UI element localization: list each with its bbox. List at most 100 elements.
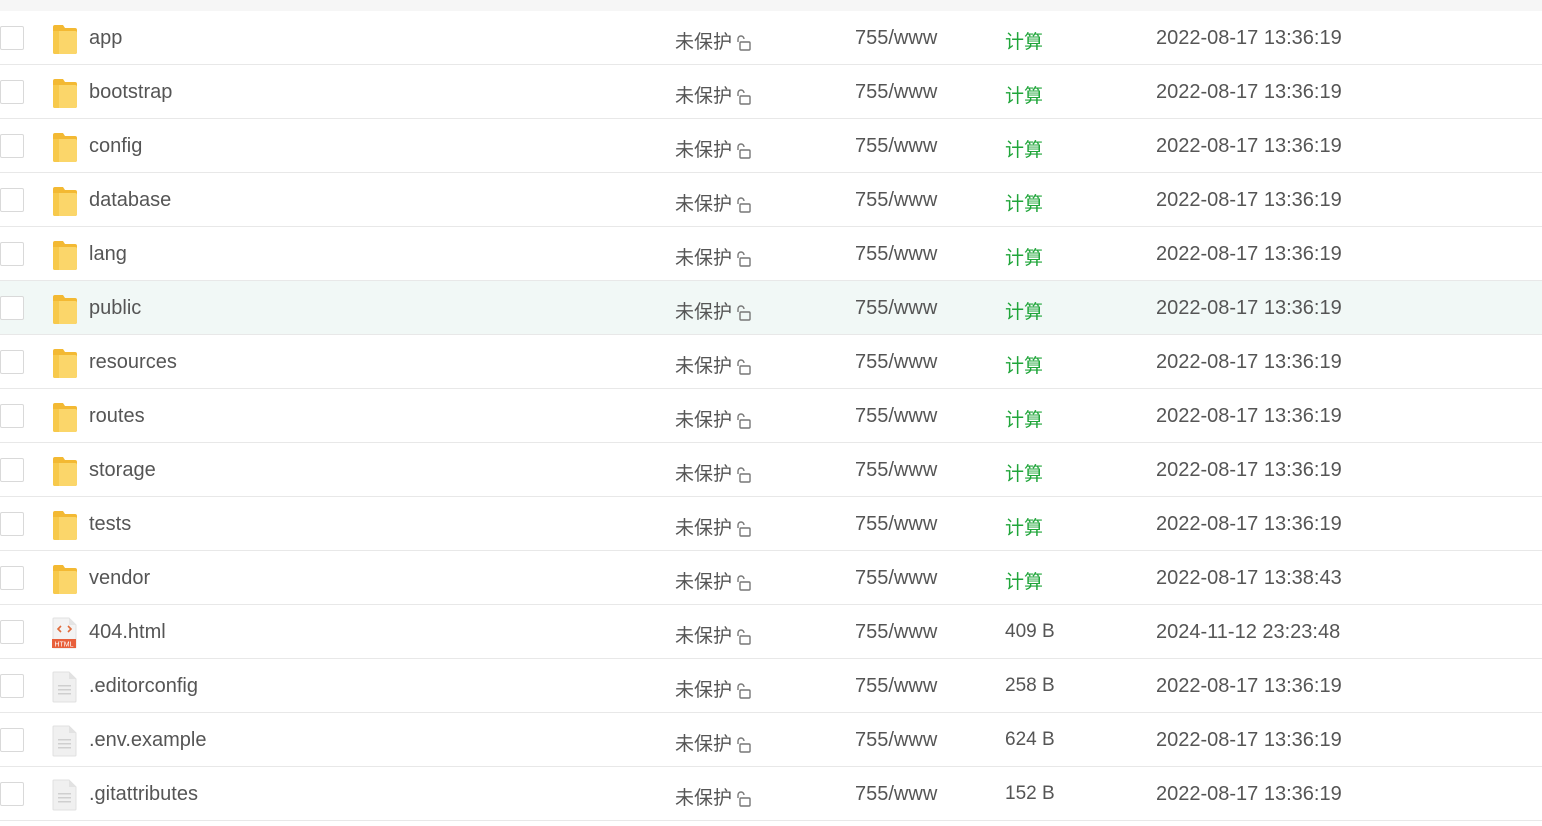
unlock-icon[interactable] [732, 786, 752, 808]
protection-label[interactable]: 未保护 [675, 675, 732, 702]
protection-status[interactable]: 未保护 [675, 81, 752, 108]
unlock-icon[interactable] [732, 84, 752, 106]
file-row[interactable]: HTML 404.html 未保护 755/www 409 B 2024-11-12 23… [0, 605, 1542, 659]
protection-status[interactable]: 未保护 [675, 621, 752, 648]
folder-icon[interactable] [51, 509, 79, 541]
protection-label[interactable]: 未保护 [675, 243, 732, 270]
file-row[interactable]: vendor 未保护 755/www 计算 2022-08-17 13:38:43 [0, 551, 1542, 605]
file-row[interactable]: config 未保护 755/www 计算 2022-08-17 13:36:19 [0, 119, 1542, 173]
file-row[interactable]: tests 未保护 755/www 计算 2022-08-17 13:36:19 [0, 497, 1542, 551]
unlock-icon[interactable] [732, 138, 752, 160]
file-row[interactable]: routes 未保护 755/www 计算 2022-08-17 13:36:19 [0, 389, 1542, 443]
protection-label[interactable]: 未保护 [675, 513, 732, 540]
protection-status[interactable]: 未保护 [675, 783, 752, 810]
unlock-icon[interactable] [732, 732, 752, 754]
file-size[interactable]: 计算 [1005, 81, 1043, 108]
file-row[interactable]: storage 未保护 755/www 计算 2022-08-17 13:36:19 [0, 443, 1542, 497]
folder-icon[interactable] [51, 23, 79, 55]
html-file-icon[interactable]: HTML [51, 617, 79, 649]
file-name[interactable]: bootstrap [89, 81, 172, 104]
permission[interactable]: 755/www [855, 405, 937, 428]
protection-label[interactable]: 未保护 [675, 567, 732, 594]
row-checkbox[interactable] [0, 728, 24, 752]
unlock-icon[interactable] [732, 192, 752, 214]
protection-status[interactable]: 未保护 [675, 729, 752, 756]
folder-icon[interactable] [51, 131, 79, 163]
protection-status[interactable]: 未保护 [675, 405, 752, 432]
unlock-icon[interactable] [732, 570, 752, 592]
protection-label[interactable]: 未保护 [675, 189, 732, 216]
protection-label[interactable]: 未保护 [675, 621, 732, 648]
file-name[interactable]: 404.html [89, 621, 166, 644]
row-checkbox[interactable] [0, 566, 24, 590]
file-size[interactable]: 计算 [1005, 567, 1043, 594]
file-size[interactable]: 计算 [1005, 405, 1043, 432]
permission[interactable]: 755/www [855, 783, 937, 806]
row-checkbox[interactable] [0, 350, 24, 374]
file-name[interactable]: .gitattributes [89, 783, 198, 806]
row-checkbox[interactable] [0, 188, 24, 212]
unlock-icon[interactable] [732, 624, 752, 646]
permission[interactable]: 755/www [855, 513, 937, 536]
row-checkbox[interactable] [0, 404, 24, 428]
file-name[interactable]: storage [89, 459, 156, 482]
row-checkbox[interactable] [0, 80, 24, 104]
text-file-icon[interactable] [51, 725, 79, 757]
protection-status[interactable]: 未保护 [675, 351, 752, 378]
file-name[interactable]: public [89, 297, 141, 320]
unlock-icon[interactable] [732, 408, 752, 430]
permission[interactable]: 755/www [855, 675, 937, 698]
protection-label[interactable]: 未保护 [675, 351, 732, 378]
permission[interactable]: 755/www [855, 189, 937, 212]
permission[interactable]: 755/www [855, 729, 937, 752]
permission[interactable]: 755/www [855, 351, 937, 374]
file-size[interactable]: 计算 [1005, 189, 1043, 216]
file-row[interactable]: lang 未保护 755/www 计算 2022-08-17 13:36:19 [0, 227, 1542, 281]
folder-icon[interactable] [51, 401, 79, 433]
text-file-icon[interactable] [51, 779, 79, 811]
file-row[interactable]: resources 未保护 755/www 计算 2022-08-17 13:36:19 [0, 335, 1542, 389]
file-row[interactable]: .env.example 未保护 755/www 624 B 2022-08-17 13… [0, 713, 1542, 767]
folder-icon[interactable] [51, 347, 79, 379]
folder-icon[interactable] [51, 293, 79, 325]
row-checkbox[interactable] [0, 512, 24, 536]
protection-status[interactable]: 未保护 [675, 189, 752, 216]
file-row[interactable]: .editorconfig 未保护 755/www 258 B 2022-08-17 1… [0, 659, 1542, 713]
file-row[interactable]: database 未保护 755/www 计算 2022-08-17 13:36:19 [0, 173, 1542, 227]
unlock-icon[interactable] [732, 300, 752, 322]
folder-icon[interactable] [51, 77, 79, 109]
unlock-icon[interactable] [732, 678, 752, 700]
file-size[interactable]: 计算 [1005, 459, 1043, 486]
protection-label[interactable]: 未保护 [675, 27, 732, 54]
protection-label[interactable]: 未保护 [675, 135, 732, 162]
file-name[interactable]: .env.example [89, 729, 206, 752]
permission[interactable]: 755/www [855, 297, 937, 320]
file-size[interactable]: 计算 [1005, 351, 1043, 378]
unlock-icon[interactable] [732, 354, 752, 376]
file-size[interactable]: 计算 [1005, 243, 1043, 270]
protection-label[interactable]: 未保护 [675, 459, 732, 486]
protection-status[interactable]: 未保护 [675, 459, 752, 486]
permission[interactable]: 755/www [855, 243, 937, 266]
permission[interactable]: 755/www [855, 27, 937, 50]
file-size[interactable]: 计算 [1005, 27, 1043, 54]
protection-status[interactable]: 未保护 [675, 513, 752, 540]
protection-status[interactable]: 未保护 [675, 297, 752, 324]
protection-label[interactable]: 未保护 [675, 81, 732, 108]
folder-icon[interactable] [51, 185, 79, 217]
permission[interactable]: 755/www [855, 135, 937, 158]
file-name[interactable]: lang [89, 243, 127, 266]
folder-icon[interactable] [51, 455, 79, 487]
file-row[interactable]: bootstrap 未保护 755/www 计算 2022-08-17 13:36:19 [0, 65, 1542, 119]
file-size[interactable]: 计算 [1005, 297, 1043, 324]
row-checkbox[interactable] [0, 458, 24, 482]
protection-label[interactable]: 未保护 [675, 729, 732, 756]
protection-status[interactable]: 未保护 [675, 675, 752, 702]
permission[interactable]: 755/www [855, 621, 937, 644]
file-row[interactable]: public 未保护 755/www 计算 2022-08-17 13:36:19 [0, 281, 1542, 335]
row-checkbox[interactable] [0, 26, 24, 50]
protection-status[interactable]: 未保护 [675, 567, 752, 594]
unlock-icon[interactable] [732, 246, 752, 268]
folder-icon[interactable] [51, 563, 79, 595]
protection-label[interactable]: 未保护 [675, 783, 732, 810]
